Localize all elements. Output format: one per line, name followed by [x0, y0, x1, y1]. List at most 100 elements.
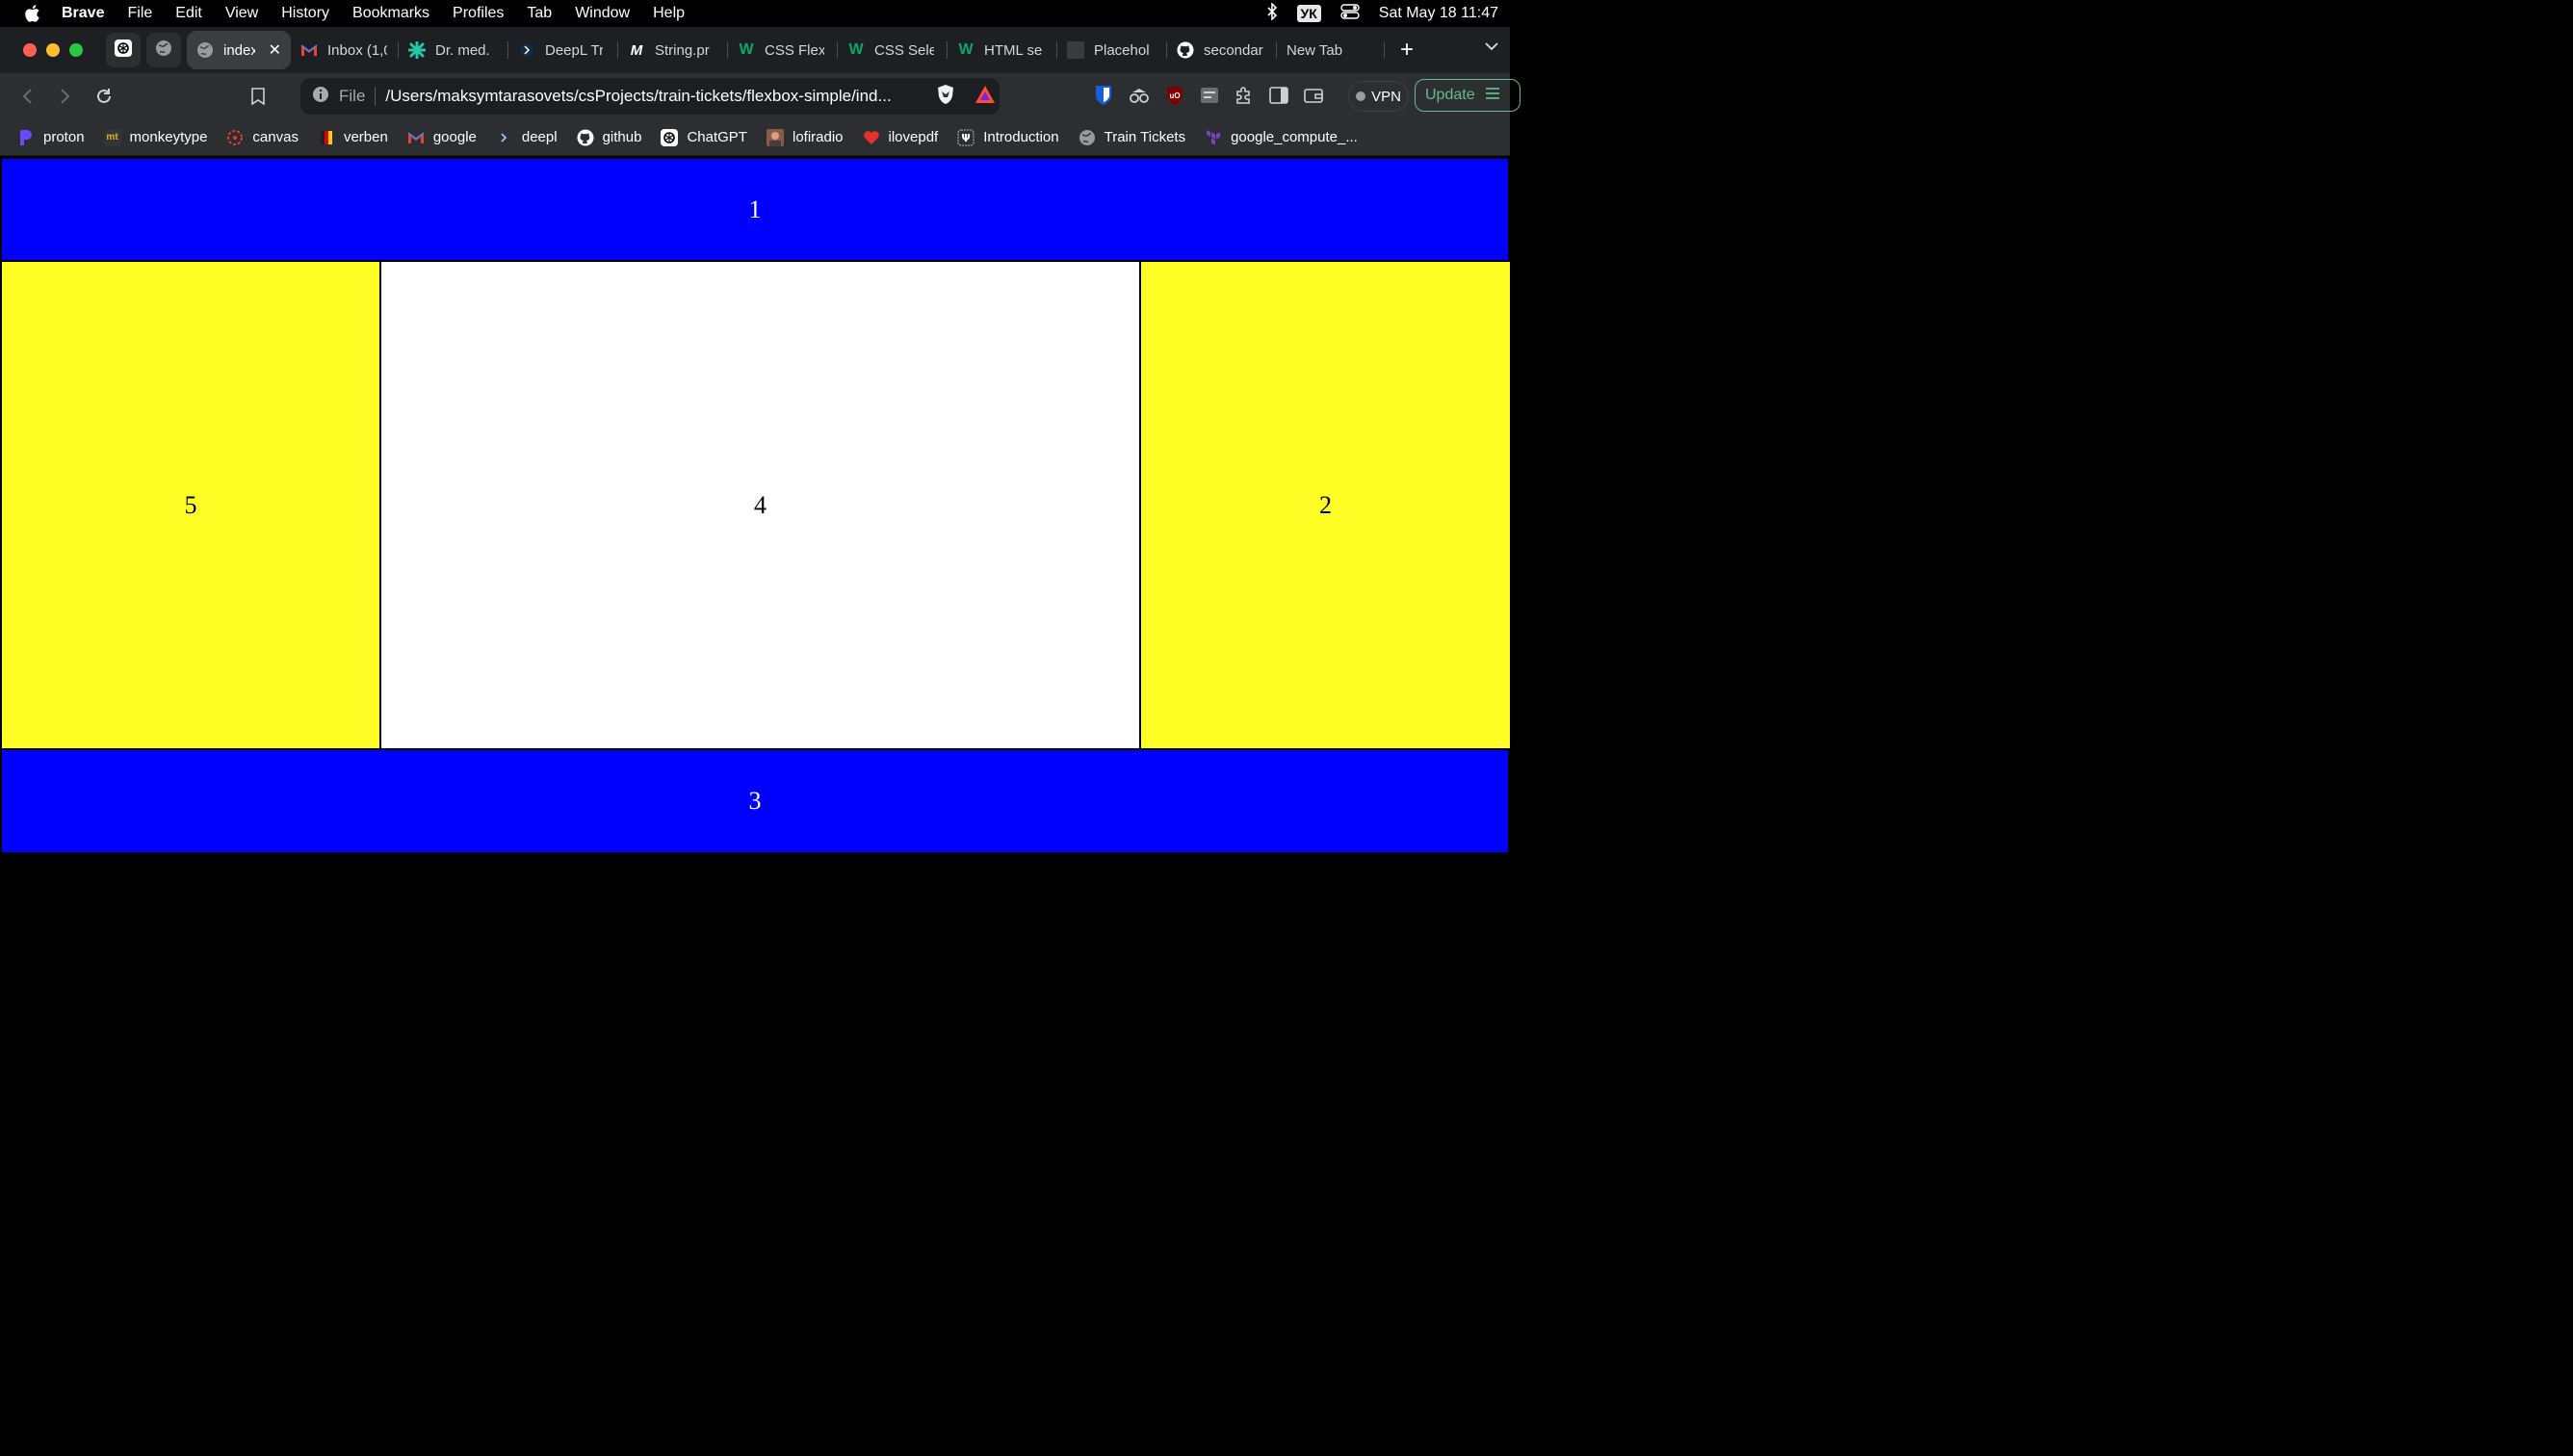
bookmark-label: google — [432, 129, 477, 145]
tab-strip: index ✕ Inbox (1,0 Dr. med. DeepL Tr M S… — [0, 27, 1510, 73]
bookmark-github[interactable]: github — [577, 129, 641, 146]
tab-string[interactable]: M String.pr — [618, 31, 728, 69]
hamburger-menu-icon[interactable] — [1485, 87, 1500, 105]
gmail-icon — [407, 129, 425, 146]
bookmark-label: lofiradio — [792, 129, 844, 145]
bookmark-chatgpt[interactable]: ChatGPT — [661, 128, 747, 146]
tab-css-sele[interactable]: W CSS Sele — [838, 31, 948, 69]
menu-view[interactable]: View — [225, 5, 258, 22]
bookmark-lofiradio[interactable]: lofiradio — [766, 128, 844, 146]
tab-deepl[interactable]: DeepL Tr — [508, 31, 618, 69]
brave-shields-icon[interactable] — [936, 84, 955, 110]
apple-icon[interactable] — [21, 3, 42, 24]
menubar-datetime[interactable]: Sat May 18 11:47 — [1379, 5, 1498, 22]
url-divider — [375, 87, 377, 106]
bookmark-label: google_compute_... — [1231, 129, 1358, 145]
url-text[interactable]: /Users/maksymtarasovets/csProjects/train… — [385, 87, 917, 106]
tab-label: secondar — [1204, 41, 1263, 59]
placeholder-icon — [1067, 41, 1084, 59]
reload-button[interactable] — [92, 85, 116, 108]
tab-search-chevron-icon[interactable] — [1485, 39, 1498, 56]
bookmark-label: proton — [43, 129, 85, 145]
bookmark-google[interactable]: google — [407, 129, 477, 146]
bookmark-monkeytype[interactable]: mt monkeytype — [103, 128, 208, 146]
gmail-icon — [300, 41, 318, 59]
tab-dr-med[interactable]: Dr. med. — [399, 31, 508, 69]
tab-css-flex[interactable]: W CSS Flex — [728, 31, 838, 69]
pinned-tab-globe[interactable] — [146, 33, 181, 67]
tab-label: CSS Flex — [765, 41, 824, 59]
tab-new-tab[interactable]: New Tab — [1277, 31, 1385, 69]
brave-rewards-icon[interactable] — [975, 85, 996, 109]
box-5-label: 5 — [184, 490, 197, 519]
bookmark-introduction[interactable]: Ψ Introduction — [957, 129, 1059, 146]
menu-tab[interactable]: Tab — [527, 5, 552, 22]
tab-inbox[interactable]: Inbox (1,0 — [291, 31, 399, 69]
deepl-icon — [518, 41, 535, 59]
bookmark-ilovepdf[interactable]: ilovepdf — [863, 129, 938, 146]
update-label: Update — [1425, 87, 1475, 103]
extension-badge-icon[interactable] — [1200, 86, 1219, 105]
bookmark-label: deepl — [521, 129, 558, 145]
bookmark-label: monkeytype — [129, 129, 208, 145]
zoom-window-button[interactable] — [69, 43, 83, 57]
menu-window[interactable]: Window — [575, 5, 630, 22]
minimize-window-button[interactable] — [46, 43, 60, 57]
svg-text:uO: uO — [1169, 91, 1180, 100]
pinned-tab-chatgpt[interactable] — [106, 33, 141, 67]
menu-edit[interactable]: Edit — [175, 5, 202, 22]
bookmark-deepl[interactable]: deepl — [496, 129, 558, 146]
tab-placeholder[interactable]: Placehol — [1057, 31, 1167, 69]
flex-box-5: 5 — [0, 260, 381, 750]
tab-github[interactable]: secondar — [1167, 31, 1277, 69]
bookmark-train-tickets[interactable]: Train Tickets — [1079, 129, 1185, 146]
proton-icon — [17, 129, 35, 146]
tab-label: DeepL Tr — [545, 41, 603, 59]
menu-history[interactable]: History — [281, 5, 329, 22]
spy-glasses-icon[interactable] — [1129, 87, 1150, 104]
bookmark-verben[interactable]: verben — [318, 129, 388, 146]
control-center-icon[interactable] — [1340, 3, 1360, 24]
bluetooth-icon[interactable] — [1266, 1, 1278, 25]
window-controls — [23, 43, 92, 57]
web-page-content: 1 5 4 2 3 — [0, 157, 1512, 854]
menu-bookmarks[interactable]: Bookmarks — [352, 5, 429, 22]
flex-box-2: 2 — [1139, 260, 1512, 750]
close-window-button[interactable] — [23, 43, 37, 57]
vpn-button[interactable]: VPN — [1348, 81, 1409, 112]
globe-icon — [155, 39, 172, 62]
keyboard-layout-badge[interactable]: УК — [1296, 5, 1321, 22]
drmed-icon — [408, 41, 426, 59]
bookmark-label: canvas — [252, 129, 299, 145]
verben-icon — [318, 129, 335, 146]
bookmark-proton[interactable]: proton — [17, 129, 85, 146]
github-icon — [1177, 41, 1194, 59]
flex-box-1: 1 — [0, 157, 1510, 262]
sidebar-toggle-icon[interactable] — [1269, 87, 1288, 104]
tab-index[interactable]: index ✕ — [187, 31, 291, 69]
w3schools-icon: W — [958, 41, 974, 58]
extensions-puzzle-icon[interactable] — [1235, 86, 1254, 105]
bookmark-canvas[interactable]: canvas — [226, 129, 299, 146]
forward-button[interactable] — [54, 85, 77, 108]
address-bar[interactable]: File /Users/maksymtarasovets/csProjects/… — [300, 78, 1000, 115]
tab-html-se[interactable]: W HTML se — [948, 31, 1057, 69]
close-tab-icon[interactable]: ✕ — [269, 40, 281, 60]
macos-menubar: Brave File Edit View History Bookmarks P… — [0, 0, 1510, 27]
wallet-icon[interactable] — [1304, 87, 1323, 104]
ublock-icon[interactable]: uO — [1165, 85, 1184, 106]
bookmark-icon[interactable] — [247, 85, 270, 108]
info-icon[interactable] — [312, 86, 329, 108]
browser-toolbar: File /Users/maksymtarasovets/csProjects/… — [0, 73, 1520, 119]
back-button[interactable] — [15, 85, 39, 108]
menu-app-name[interactable]: Brave — [62, 5, 104, 22]
menu-profiles[interactable]: Profiles — [453, 5, 504, 22]
vpn-label: VPN — [1371, 88, 1401, 105]
bookmark-google-compute[interactable]: google_compute_... — [1205, 129, 1358, 146]
update-button[interactable]: Update — [1415, 79, 1520, 112]
bitwarden-icon[interactable] — [1094, 85, 1113, 106]
bookmarks-bar: proton mt monkeytype canvas verben googl… — [0, 119, 1510, 156]
menu-file[interactable]: File — [127, 5, 152, 22]
menu-help[interactable]: Help — [653, 5, 685, 22]
new-tab-plus-icon[interactable]: + — [1400, 37, 1414, 64]
